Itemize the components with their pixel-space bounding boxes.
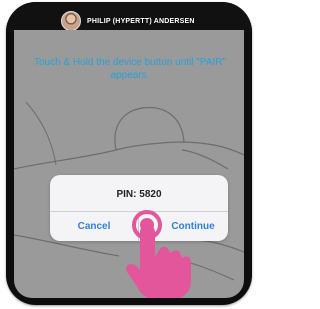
tap-hand-icon: [126, 224, 191, 298]
app-header: PHILIP (HYPERTT) ANDERSEN: [6, 2, 252, 32]
header-title: PHILIP (HYPERTT) ANDERSEN: [87, 17, 195, 25]
header-user: PHILIP (HYPERTT) ANDERSEN: [61, 11, 195, 31]
pin-message: PIN: 5820: [116, 189, 162, 200]
app-screen: Touch & Hold the device button until "PA…: [14, 30, 244, 298]
avatar: [61, 11, 81, 31]
